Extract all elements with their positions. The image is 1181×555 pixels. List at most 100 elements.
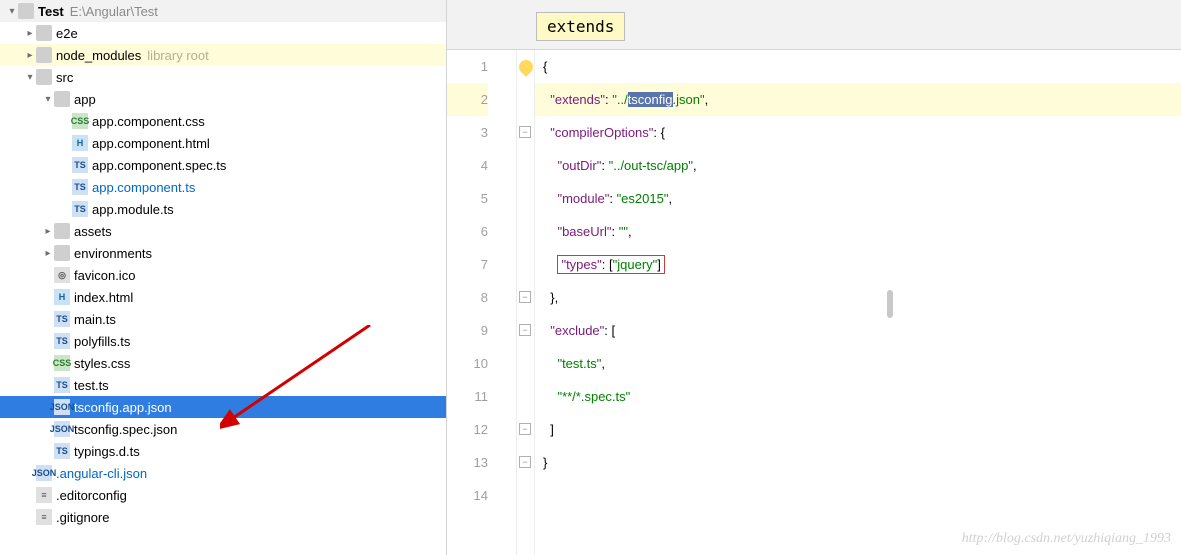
tree-item-label: typings.d.ts bbox=[74, 444, 140, 459]
tree-item[interactable]: ▸ assets bbox=[0, 220, 446, 242]
watermark-text: http://blog.csdn.net/yuzhiqiang_1993 bbox=[962, 531, 1171, 547]
tree-item-label: Test bbox=[38, 4, 64, 19]
ts-icon: TS bbox=[72, 201, 88, 217]
tree-item[interactable]: ≡ .gitignore bbox=[0, 506, 446, 528]
chevron-right-icon[interactable]: ▸ bbox=[42, 226, 54, 237]
line-number: 11 bbox=[447, 380, 488, 413]
html-icon: H bbox=[54, 289, 70, 305]
tree-item-label: tsconfig.spec.json bbox=[74, 422, 177, 437]
tree-item-label: test.ts bbox=[74, 378, 109, 393]
tree-item-label: styles.css bbox=[74, 356, 130, 371]
json-icon: JSON bbox=[36, 465, 52, 481]
tree-item[interactable]: ◎ favicon.ico bbox=[0, 264, 446, 286]
chevron-down-icon[interactable]: ▾ bbox=[42, 94, 54, 105]
fold-marker-icon[interactable]: − bbox=[519, 423, 531, 435]
fold-marker-icon[interactable]: − bbox=[519, 291, 531, 303]
code-body[interactable]: { "extends": "../tsconfig.json", "compil… bbox=[535, 50, 1181, 555]
line-number: 2 bbox=[447, 83, 488, 116]
tree-item[interactable]: CSS app.component.css bbox=[0, 110, 446, 132]
json-icon: JSON bbox=[54, 421, 70, 437]
line-number: 9 bbox=[447, 314, 488, 347]
tree-item-label: app.component.css bbox=[92, 114, 205, 129]
tree-item[interactable]: TSpolyfills.ts bbox=[0, 330, 446, 352]
generic-icon: ≡ bbox=[36, 509, 52, 525]
tree-item[interactable]: ▾TestE:\Angular\Test bbox=[0, 0, 446, 22]
folder-icon bbox=[54, 91, 70, 107]
line-number: 8 bbox=[447, 281, 488, 314]
line-number: 6 bbox=[447, 215, 488, 248]
project-tree[interactable]: ▾TestE:\Angular\Test▸e2e▸node_moduleslib… bbox=[0, 0, 447, 555]
tree-item[interactable]: JSON tsconfig.spec.json bbox=[0, 418, 446, 440]
folder-icon bbox=[36, 69, 52, 85]
chevron-right-icon[interactable]: ▸ bbox=[24, 50, 36, 61]
tree-item[interactable]: ▸environments bbox=[0, 242, 446, 264]
folder-icon bbox=[36, 25, 52, 41]
highlight-box: "types": ["jquery"] bbox=[557, 255, 664, 274]
line-number: 3 bbox=[447, 116, 488, 149]
chevron-right-icon[interactable]: ▸ bbox=[42, 248, 54, 259]
css-icon: CSS bbox=[72, 113, 88, 129]
tree-item-label: app.component.ts bbox=[92, 180, 195, 195]
ico-icon: ◎ bbox=[54, 267, 70, 283]
tree-item-label: .angular-cli.json bbox=[56, 466, 147, 481]
editor-scrollbar[interactable] bbox=[887, 100, 893, 505]
line-number: 5 bbox=[447, 182, 488, 215]
line-number: 10 bbox=[447, 347, 488, 380]
tree-item-label: main.ts bbox=[74, 312, 116, 327]
line-number: 14 bbox=[447, 479, 488, 512]
json-icon: JSON bbox=[54, 399, 70, 415]
tree-item[interactable]: TS typings.d.ts bbox=[0, 440, 446, 462]
ts-icon: TS bbox=[54, 311, 70, 327]
fold-column[interactable]: − − − − − bbox=[517, 50, 535, 555]
chevron-right-icon[interactable]: ▸ bbox=[24, 28, 36, 39]
tree-item-label: src bbox=[56, 70, 73, 85]
folder-icon bbox=[54, 245, 70, 261]
tree-item[interactable]: ▸ node_modules library root bbox=[0, 44, 446, 66]
tree-item[interactable]: ≡ .editorconfig bbox=[0, 484, 446, 506]
tree-item[interactable]: ▸ e2e bbox=[0, 22, 446, 44]
tree-item-label: app.module.ts bbox=[92, 202, 174, 217]
line-number: 7 bbox=[447, 248, 488, 281]
tree-item-label: tsconfig.app.json bbox=[74, 400, 172, 415]
tree-item[interactable]: TS app.module.ts bbox=[0, 198, 446, 220]
line-number: 1 bbox=[447, 50, 488, 83]
fold-marker-icon[interactable]: − bbox=[519, 126, 531, 138]
chevron-down-icon[interactable]: ▾ bbox=[6, 6, 18, 17]
fold-marker-icon[interactable]: − bbox=[519, 456, 531, 468]
tree-item-label: app bbox=[74, 92, 96, 107]
tree-item-label: e2e bbox=[56, 26, 78, 41]
ts-icon: TS bbox=[72, 179, 88, 195]
html-icon: H bbox=[72, 135, 88, 151]
line-number: 12 bbox=[447, 413, 488, 446]
generic-icon: ≡ bbox=[36, 487, 52, 503]
tree-item-label: assets bbox=[74, 224, 112, 239]
chevron-down-icon[interactable]: ▾ bbox=[24, 72, 36, 83]
tree-item-suffix: library root bbox=[147, 48, 208, 63]
tree-item[interactable]: Hindex.html bbox=[0, 286, 446, 308]
tree-item[interactable]: TS app.component.ts bbox=[0, 176, 446, 198]
tree-item[interactable]: TS test.ts bbox=[0, 374, 446, 396]
tree-item[interactable]: CSSstyles.css bbox=[0, 352, 446, 374]
tree-item-label: app.component.html bbox=[92, 136, 210, 151]
tree-item[interactable]: ▾ app bbox=[0, 88, 446, 110]
line-number: 4 bbox=[447, 149, 488, 182]
intention-bulb-icon[interactable] bbox=[516, 57, 536, 77]
tree-item-label: node_modules bbox=[56, 48, 141, 63]
ts-icon: TS bbox=[54, 377, 70, 393]
line-number-gutter: 1234567891011121314 bbox=[447, 50, 517, 555]
code-area[interactable]: 1234567891011121314 − − − − − { "extends… bbox=[447, 50, 1181, 555]
tree-item-label: favicon.ico bbox=[74, 268, 135, 283]
tree-item[interactable]: JSON .angular-cli.json bbox=[0, 462, 446, 484]
tree-item[interactable]: TS main.ts bbox=[0, 308, 446, 330]
folder-icon bbox=[54, 223, 70, 239]
tree-item[interactable]: Happ.component.html bbox=[0, 132, 446, 154]
fold-marker-icon[interactable]: − bbox=[519, 324, 531, 336]
tree-item-label: .gitignore bbox=[56, 510, 109, 525]
folder-icon bbox=[36, 47, 52, 63]
tree-item-label: .editorconfig bbox=[56, 488, 127, 503]
ts-icon: TS bbox=[54, 443, 70, 459]
tree-item[interactable]: TSapp.component.spec.ts bbox=[0, 154, 446, 176]
tree-item[interactable]: JSON tsconfig.app.json bbox=[0, 396, 446, 418]
editor-header-strip: extends bbox=[447, 0, 1181, 50]
tree-item[interactable]: ▾ src bbox=[0, 66, 446, 88]
